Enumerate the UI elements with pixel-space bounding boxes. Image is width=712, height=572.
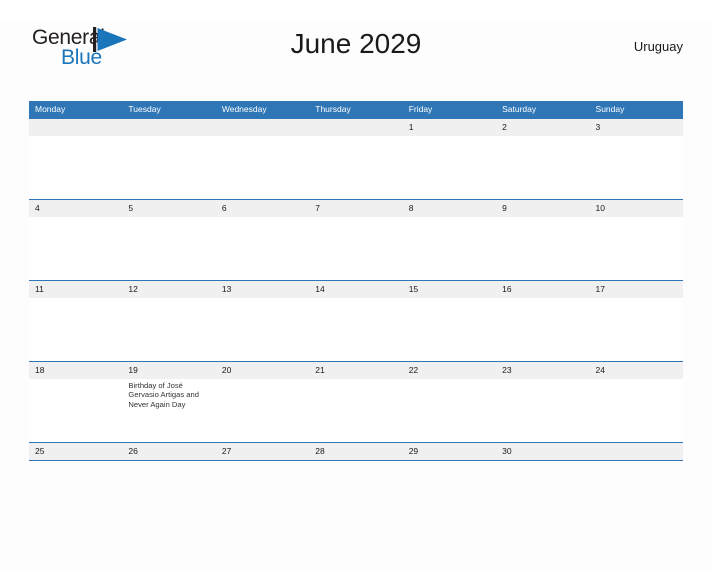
day-cell[interactable] [590, 136, 683, 199]
day-cell[interactable] [309, 217, 402, 280]
calendar-week-row: 11 12 13 14 15 16 17 [29, 280, 683, 361]
week-date-strip: 25 26 27 28 29 30 [29, 443, 683, 460]
event-text: Birthday of José Gervasio Artigas and Ne… [128, 381, 199, 409]
calendar-week-row: 25 26 27 28 29 30 [29, 442, 683, 460]
weekday-header-saturday: Saturday [502, 104, 537, 114]
day-cell[interactable] [496, 217, 589, 280]
day-cell[interactable] [403, 298, 496, 361]
day-cell[interactable] [122, 298, 215, 361]
week-date-strip: 11 12 13 14 15 16 17 [29, 281, 683, 298]
week-event-strip [29, 298, 683, 361]
date-number[interactable]: 14 [309, 281, 402, 298]
weekday-header-monday: Monday [35, 104, 66, 114]
day-cell[interactable] [216, 217, 309, 280]
day-cell[interactable] [590, 298, 683, 361]
calendar-week-row: 18 19 20 21 22 23 24 Birthday of José Ge… [29, 361, 683, 442]
day-cell[interactable] [590, 379, 683, 442]
date-number[interactable]: 21 [309, 362, 402, 379]
date-number[interactable]: 22 [403, 362, 496, 379]
day-cell[interactable] [29, 379, 122, 442]
week-event-strip [29, 136, 683, 199]
date-number[interactable]: 29 [403, 443, 496, 460]
date-number[interactable]: 12 [122, 281, 215, 298]
weekday-header-thursday: Thursday [315, 104, 351, 114]
date-number[interactable] [122, 119, 215, 136]
date-number[interactable]: 15 [403, 281, 496, 298]
date-number[interactable] [309, 119, 402, 136]
date-number[interactable]: 16 [496, 281, 589, 298]
date-number[interactable]: 24 [590, 362, 683, 379]
day-cell[interactable] [216, 298, 309, 361]
week-date-strip: 1 2 3 [29, 119, 683, 136]
weekday-header-tuesday: Tuesday [128, 104, 161, 114]
day-cell[interactable] [309, 379, 402, 442]
calendar-bottom-border [29, 460, 683, 461]
date-number[interactable]: 11 [29, 281, 122, 298]
date-number[interactable]: 3 [590, 119, 683, 136]
day-cell[interactable] [29, 298, 122, 361]
day-cell[interactable] [403, 136, 496, 199]
date-number[interactable]: 8 [403, 200, 496, 217]
day-cell[interactable] [403, 379, 496, 442]
weekday-header-sunday: Sunday [595, 104, 625, 114]
date-number[interactable]: 23 [496, 362, 589, 379]
weekday-header-wednesday: Wednesday [221, 104, 267, 114]
date-number[interactable]: 9 [496, 200, 589, 217]
date-number[interactable] [590, 443, 683, 460]
page-header: General Blue June 2029 Uruguay [29, 22, 683, 74]
date-number[interactable]: 10 [590, 200, 683, 217]
day-cell[interactable] [216, 136, 309, 199]
week-date-strip: 18 19 20 21 22 23 24 [29, 362, 683, 379]
day-cell[interactable] [309, 298, 402, 361]
date-number[interactable] [29, 119, 122, 136]
day-cell[interactable] [403, 217, 496, 280]
weekday-header-friday: Friday [408, 104, 433, 114]
date-number[interactable]: 2 [496, 119, 589, 136]
calendar-table: Monday Tuesday Wednesday Thursday Friday… [29, 101, 683, 461]
date-number[interactable]: 13 [216, 281, 309, 298]
day-cell[interactable] [496, 379, 589, 442]
day-cell[interactable] [496, 298, 589, 361]
day-cell[interactable] [29, 136, 122, 199]
date-number[interactable]: 30 [496, 443, 589, 460]
weekday-header-row: Monday Tuesday Wednesday Thursday Friday… [29, 101, 683, 118]
calendar-week-row: 4 5 6 7 8 9 10 [29, 199, 683, 280]
day-cell[interactable] [496, 136, 589, 199]
week-event-strip [29, 217, 683, 280]
date-number[interactable]: 26 [122, 443, 215, 460]
week-date-strip: 4 5 6 7 8 9 10 [29, 200, 683, 217]
date-number[interactable]: 17 [590, 281, 683, 298]
date-number[interactable] [216, 119, 309, 136]
date-number[interactable]: 19 [122, 362, 215, 379]
date-number[interactable]: 5 [122, 200, 215, 217]
day-cell[interactable] [216, 379, 309, 442]
date-number[interactable]: 1 [403, 119, 496, 136]
day-cell[interactable] [122, 136, 215, 199]
date-number[interactable]: 25 [29, 443, 122, 460]
day-cell[interactable] [122, 217, 215, 280]
date-number[interactable]: 7 [309, 200, 402, 217]
day-cell[interactable] [29, 217, 122, 280]
date-number[interactable]: 4 [29, 200, 122, 217]
date-number[interactable]: 28 [309, 443, 402, 460]
calendar-week-row: 1 2 3 [29, 118, 683, 199]
date-number[interactable]: 6 [216, 200, 309, 217]
day-cell[interactable] [590, 217, 683, 280]
date-number[interactable]: 20 [216, 362, 309, 379]
country-label: Uruguay [633, 39, 683, 54]
date-number[interactable]: 18 [29, 362, 122, 379]
page-title: June 2029 [290, 28, 422, 59]
date-number[interactable]: 27 [216, 443, 309, 460]
day-cell-holiday[interactable]: Birthday of José Gervasio Artigas and Ne… [122, 379, 215, 442]
day-cell[interactable] [309, 136, 402, 199]
week-event-strip: Birthday of José Gervasio Artigas and Ne… [29, 379, 683, 442]
